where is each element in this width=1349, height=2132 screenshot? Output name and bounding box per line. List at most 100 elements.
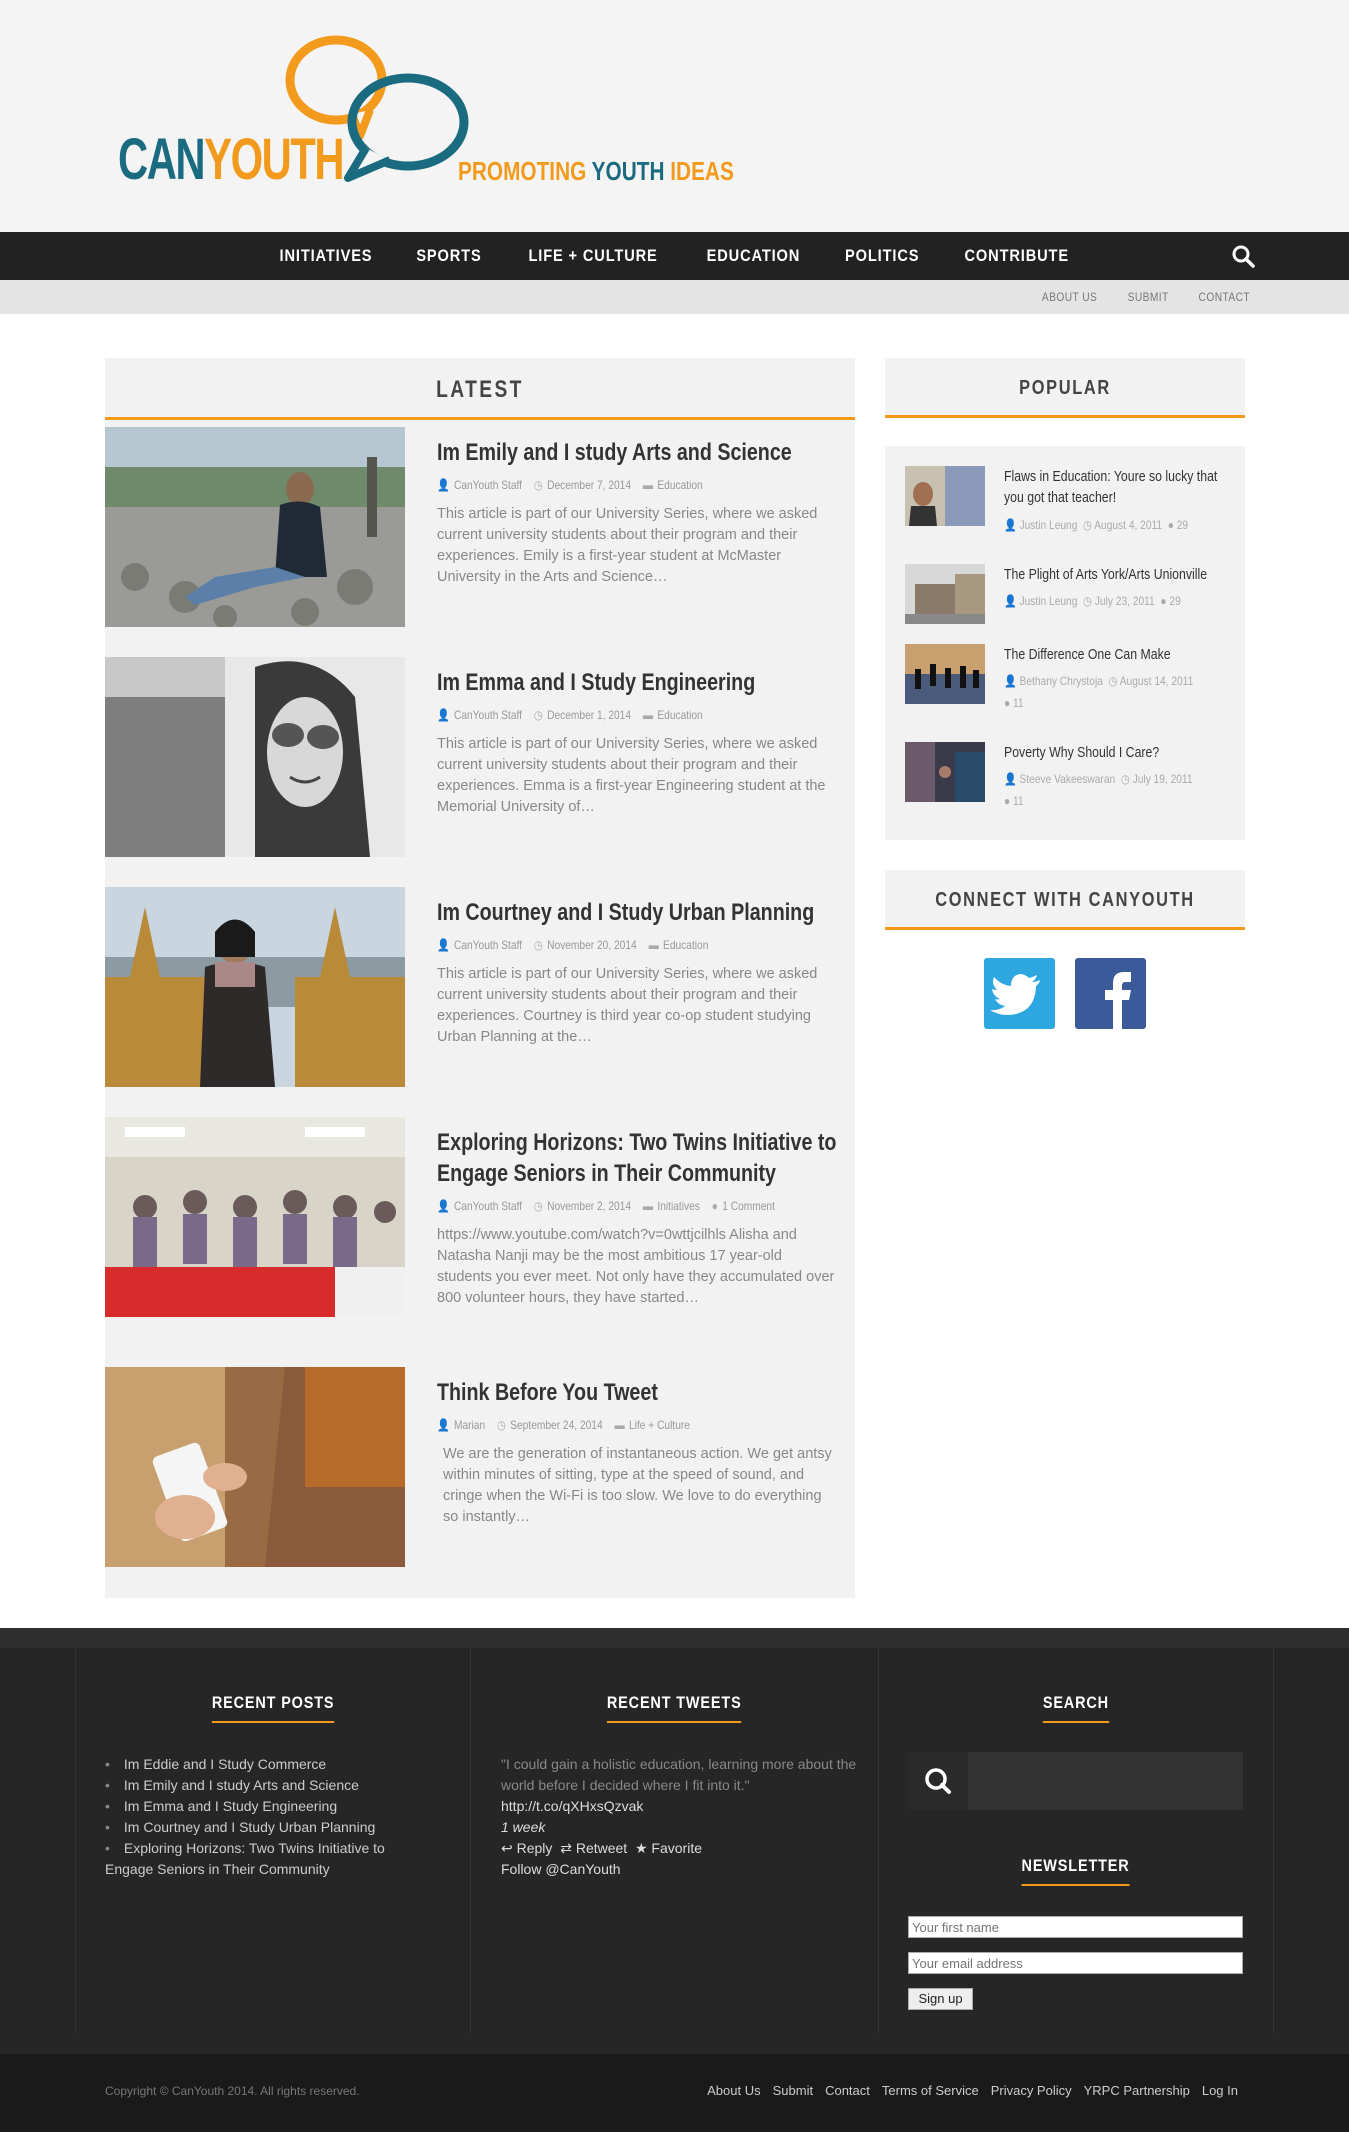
article-title[interactable]: Exploring Horizons: Two Twins Initiative… (437, 1127, 839, 1189)
nav-initiatives[interactable]: INITIATIVES (279, 232, 372, 280)
article-date: November 2, 2014 (547, 1199, 632, 1213)
article-date: September 24, 2014 (510, 1418, 603, 1432)
signup-button[interactable]: Sign up (908, 1988, 973, 2010)
article-thumbnail[interactable] (105, 1367, 405, 1567)
article-author[interactable]: CanYouth Staff (454, 708, 522, 722)
popular-comments[interactable]: 11 (1013, 696, 1024, 710)
popular-thumbnail[interactable] (905, 644, 985, 704)
footer-search-input[interactable] (908, 1752, 1243, 1810)
article-category[interactable]: Life + Culture (629, 1418, 690, 1432)
popular-thumbnail[interactable] (905, 742, 985, 802)
nav-life-culture[interactable]: LIFE + CULTURE (528, 232, 657, 280)
recent-posts-list: • Im Eddie and I Study Commerce • Im Emily… (105, 1754, 425, 1880)
recent-post-item[interactable]: • Im Eddie and I Study Commerce (105, 1754, 425, 1775)
popular-author[interactable]: Justin Leung (1020, 518, 1078, 532)
article-body: Im Courtney and I Study Urban Planning 👤… (437, 897, 837, 1048)
article-thumbnail[interactable] (105, 657, 405, 857)
article-comments[interactable]: 1 Comment (722, 1199, 775, 1213)
recent-posts-heading: RECENT POSTS (105, 1693, 441, 1723)
popular-thumbnail[interactable] (905, 564, 985, 624)
secondary-nav: ABOUT US SUBMIT CONTACT (1037, 280, 1255, 314)
tweet-time[interactable]: 1 week (501, 1817, 861, 1838)
article-category[interactable]: Education (657, 708, 702, 722)
nav-education[interactable]: EDUCATION (706, 232, 800, 280)
article-author[interactable]: CanYouth Staff (454, 1199, 522, 1213)
recent-post-item[interactable]: • Im Courtney and I Study Urban Planning (105, 1817, 425, 1838)
facebook-button[interactable] (1075, 958, 1146, 1029)
tagline-part1: PROMOTING (458, 156, 592, 186)
footer-search-button[interactable] (908, 1752, 968, 1810)
article-category[interactable]: Education (657, 478, 702, 492)
popular-title[interactable]: The Difference One Can Make (1004, 644, 1234, 665)
first-name-field[interactable] (908, 1916, 1243, 1938)
article-body: Think Before You Tweet 👤 Marian ◷ Septembe… (437, 1377, 837, 1528)
popular-title[interactable]: Poverty Why Should I Care? (1004, 742, 1234, 763)
article-author[interactable]: CanYouth Staff (454, 938, 522, 952)
article-author[interactable]: Marian (454, 1418, 485, 1432)
recent-post-item[interactable]: • Im Emily and I study Arts and Science (105, 1775, 425, 1796)
subnav-submit[interactable]: SUBMIT (1128, 280, 1169, 314)
popular-author[interactable]: Justin Leung (1020, 594, 1078, 608)
site-logo[interactable]: CANYOUTH PROMOTING YOUTH IDEAS (118, 28, 758, 198)
popular-comments[interactable]: 29 (1169, 594, 1180, 608)
article-title[interactable]: Think Before You Tweet (437, 1377, 839, 1408)
subnav-about[interactable]: ABOUT US (1042, 280, 1097, 314)
popular-meta: 👤 Justin Leung ◷ July 23, 2011 ● 29 (1004, 594, 1181, 608)
latest-header: LATEST (105, 358, 855, 420)
article-author[interactable]: CanYouth Staff (454, 478, 522, 492)
popular-date: July 23, 2011 (1094, 594, 1155, 608)
nav-politics[interactable]: POLITICS (845, 232, 919, 280)
popular-comments[interactable]: 29 (1177, 518, 1188, 532)
article-title[interactable]: Im Courtney and I Study Urban Planning (437, 897, 839, 928)
footer-link-terms[interactable]: Terms of Service (882, 2083, 979, 2098)
tweet-retweet[interactable]: Retweet (576, 1840, 627, 1856)
footer-link-privacy[interactable]: Privacy Policy (991, 2083, 1072, 2098)
article-excerpt: We are the generation of instantaneous a… (443, 1446, 832, 1525)
follow-link[interactable]: Follow @CanYouth (501, 1859, 861, 1880)
footer-link-contact[interactable]: Contact (825, 2083, 870, 2098)
tweet-reply[interactable]: Reply (517, 1840, 553, 1856)
footer-link-yrpc[interactable]: YRPC Partnership (1084, 2083, 1190, 2098)
photo-phone-hands-icon (105, 1367, 405, 1567)
footer-strip (0, 1628, 1349, 1648)
footer-link-submit[interactable]: Submit (773, 2083, 813, 2098)
footer-link-about[interactable]: About Us (707, 2083, 760, 2098)
article-category[interactable]: Initiatives (657, 1199, 700, 1213)
tweet-favorite[interactable]: Favorite (651, 1840, 702, 1856)
popular-author[interactable]: Steeve Vakeeswaran (1020, 772, 1116, 786)
popular-thumbnail[interactable] (905, 466, 985, 526)
article-category[interactable]: Education (663, 938, 708, 952)
search-icon[interactable] (1231, 244, 1255, 268)
popular-meta: 👤 Justin Leung ◷ August 4, 2011 ● 29 (1004, 518, 1189, 532)
popular-author[interactable]: Bethany Chrystoja (1020, 674, 1103, 688)
nav-sports[interactable]: SPORTS (416, 232, 481, 280)
popular-title[interactable]: Flaws in Education: Youre so lucky that … (1004, 466, 1234, 508)
twitter-bird-icon (990, 974, 1040, 1015)
footer-link-login[interactable]: Log In (1202, 2083, 1238, 2098)
article-card: Think Before You Tweet 👤 Marian ◷ Septembe… (105, 1367, 855, 1567)
popular-title[interactable]: The Plight of Arts York/Arts Unionville (1004, 564, 1234, 585)
recent-post-item[interactable]: • Im Emma and I Study Engineering (105, 1796, 425, 1817)
article-thumbnail[interactable] (105, 1117, 405, 1317)
article-card: Exploring Horizons: Two Twins Initiative… (105, 1117, 855, 1317)
article-title[interactable]: Im Emma and I Study Engineering (437, 667, 839, 698)
popular-list: Flaws in Education: Youre so lucky that … (885, 446, 1245, 840)
popular-comments[interactable]: 11 (1013, 794, 1024, 808)
recent-post-item[interactable]: • Exploring Horizons: Two Twins Initiativ… (105, 1838, 425, 1880)
site-footer: RECENT POSTS • Im Eddie and I Study Comme… (0, 1628, 1349, 2054)
article-thumbnail[interactable] (105, 887, 405, 1087)
subnav-contact[interactable]: CONTACT (1199, 280, 1251, 314)
article-body: Exploring Horizons: Two Twins Initiative… (437, 1127, 837, 1309)
article-card: Im Emma and I Study Engineering 👤 CanYout… (105, 657, 855, 857)
nav-contribute[interactable]: CONTRIBUTE (964, 232, 1068, 280)
tweet-link[interactable]: http://t.co/qXHxsQzvak (501, 1796, 861, 1817)
twitter-button[interactable] (984, 958, 1055, 1029)
article-date: December 7, 2014 (547, 478, 632, 492)
user-icon: 👤 (437, 1418, 450, 1432)
latest-section: LATEST Im Emily and I study Arts and Sci… (105, 358, 855, 1598)
email-field[interactable] (908, 1952, 1243, 1974)
reply-icon: ↩ (501, 1840, 513, 1856)
article-title[interactable]: Im Emily and I study Arts and Science (437, 437, 839, 468)
footer-links: About Us Submit Contact Terms of Service… (707, 2083, 1238, 2098)
article-thumbnail[interactable] (105, 427, 405, 627)
